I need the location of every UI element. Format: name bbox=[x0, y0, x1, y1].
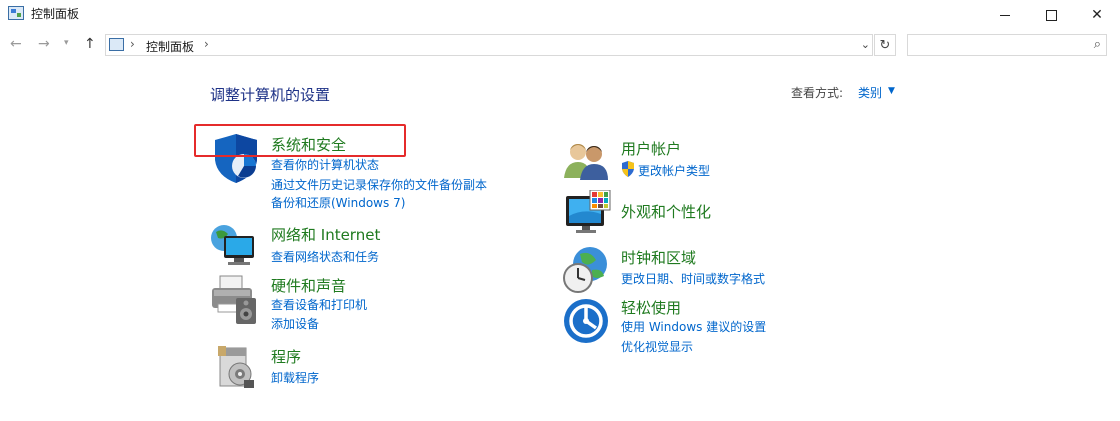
uac-shield-icon bbox=[621, 161, 635, 181]
back-arrow-icon[interactable]: ← bbox=[10, 36, 22, 52]
forward-arrow-icon[interactable]: → bbox=[38, 36, 50, 52]
ease-of-access-icon bbox=[563, 298, 609, 348]
link-change-date-time-format[interactable]: 更改日期、时间或数字格式 bbox=[621, 270, 765, 287]
view-by-dropdown[interactable]: 类别 bbox=[858, 84, 882, 101]
refresh-button[interactable]: ↻ bbox=[874, 34, 896, 56]
category-hardware-sound[interactable]: 硬件和声音 bbox=[271, 275, 346, 296]
close-icon: ✕ bbox=[1091, 7, 1103, 23]
link-view-computer-status[interactable]: 查看你的计算机状态 bbox=[271, 156, 379, 173]
link-network-status[interactable]: 查看网络状态和任务 bbox=[271, 248, 379, 265]
category-network-internet[interactable]: 网络和 Internet bbox=[271, 224, 380, 245]
address-bar[interactable]: › 控制面板 › ⌄ bbox=[105, 34, 873, 56]
category-clock-region[interactable]: 时钟和区域 bbox=[621, 247, 696, 268]
monitor-icon bbox=[564, 189, 612, 242]
title-bar: 控制面板 ✕ bbox=[0, 0, 1120, 30]
link-change-account-type[interactable]: 更改帐户类型 bbox=[638, 162, 710, 179]
minimize-button[interactable] bbox=[982, 0, 1028, 30]
control-panel-icon bbox=[8, 6, 24, 20]
view-by-label: 查看方式: bbox=[791, 86, 844, 100]
close-button[interactable]: ✕ bbox=[1074, 0, 1120, 30]
link-uninstall-program[interactable]: 卸载程序 bbox=[271, 369, 319, 386]
highlight-box bbox=[194, 124, 406, 157]
maximize-button[interactable] bbox=[1028, 0, 1074, 30]
network-icon bbox=[210, 222, 258, 272]
link-windows-suggested-settings[interactable]: 使用 Windows 建议的设置 bbox=[621, 318, 766, 335]
link-file-history[interactable]: 通过文件历史记录保存你的文件备份副本 bbox=[271, 176, 487, 193]
search-input[interactable] bbox=[912, 37, 1082, 53]
search-icon[interactable]: ⌕ bbox=[1094, 37, 1101, 52]
refresh-icon: ↻ bbox=[879, 37, 891, 53]
address-dropdown-icon[interactable]: ⌄ bbox=[861, 38, 870, 51]
category-programs[interactable]: 程序 bbox=[271, 346, 301, 367]
up-arrow-icon[interactable]: ↑ bbox=[84, 36, 96, 52]
maximize-icon bbox=[1045, 9, 1057, 21]
search-box[interactable]: ⌕ bbox=[907, 34, 1107, 56]
chevron-down-icon[interactable]: ▼ bbox=[888, 86, 895, 96]
breadcrumb-chevron-icon[interactable]: › bbox=[204, 37, 209, 51]
minimize-icon bbox=[1000, 14, 1010, 16]
users-icon bbox=[564, 138, 610, 184]
category-ease-of-access[interactable]: 轻松使用 bbox=[621, 297, 681, 318]
printer-icon bbox=[210, 274, 258, 328]
recent-locations-chevron-icon[interactable]: ▾ bbox=[64, 38, 69, 48]
category-user-accounts[interactable]: 用户帐户 bbox=[621, 138, 681, 159]
control-panel-icon bbox=[109, 38, 124, 51]
window-title: 控制面板 bbox=[31, 7, 80, 21]
link-add-device[interactable]: 添加设备 bbox=[271, 315, 319, 332]
link-devices-printers[interactable]: 查看设备和打印机 bbox=[271, 296, 367, 313]
breadcrumb-control-panel[interactable]: 控制面板 bbox=[146, 38, 194, 55]
link-optimize-visual-display[interactable]: 优化视觉显示 bbox=[621, 338, 693, 355]
link-backup-restore[interactable]: 备份和还原(Windows 7) bbox=[271, 194, 405, 211]
programs-icon bbox=[216, 344, 256, 394]
page-heading: 调整计算机的设置 bbox=[210, 86, 331, 104]
clock-globe-icon bbox=[562, 246, 608, 298]
breadcrumb-chevron-icon[interactable]: › bbox=[130, 37, 135, 51]
category-appearance-personalization[interactable]: 外观和个性化 bbox=[621, 201, 711, 222]
navigation-bar: ← → ▾ ↑ › 控制面板 › ⌄ ↻ ⌕ bbox=[0, 30, 1120, 60]
